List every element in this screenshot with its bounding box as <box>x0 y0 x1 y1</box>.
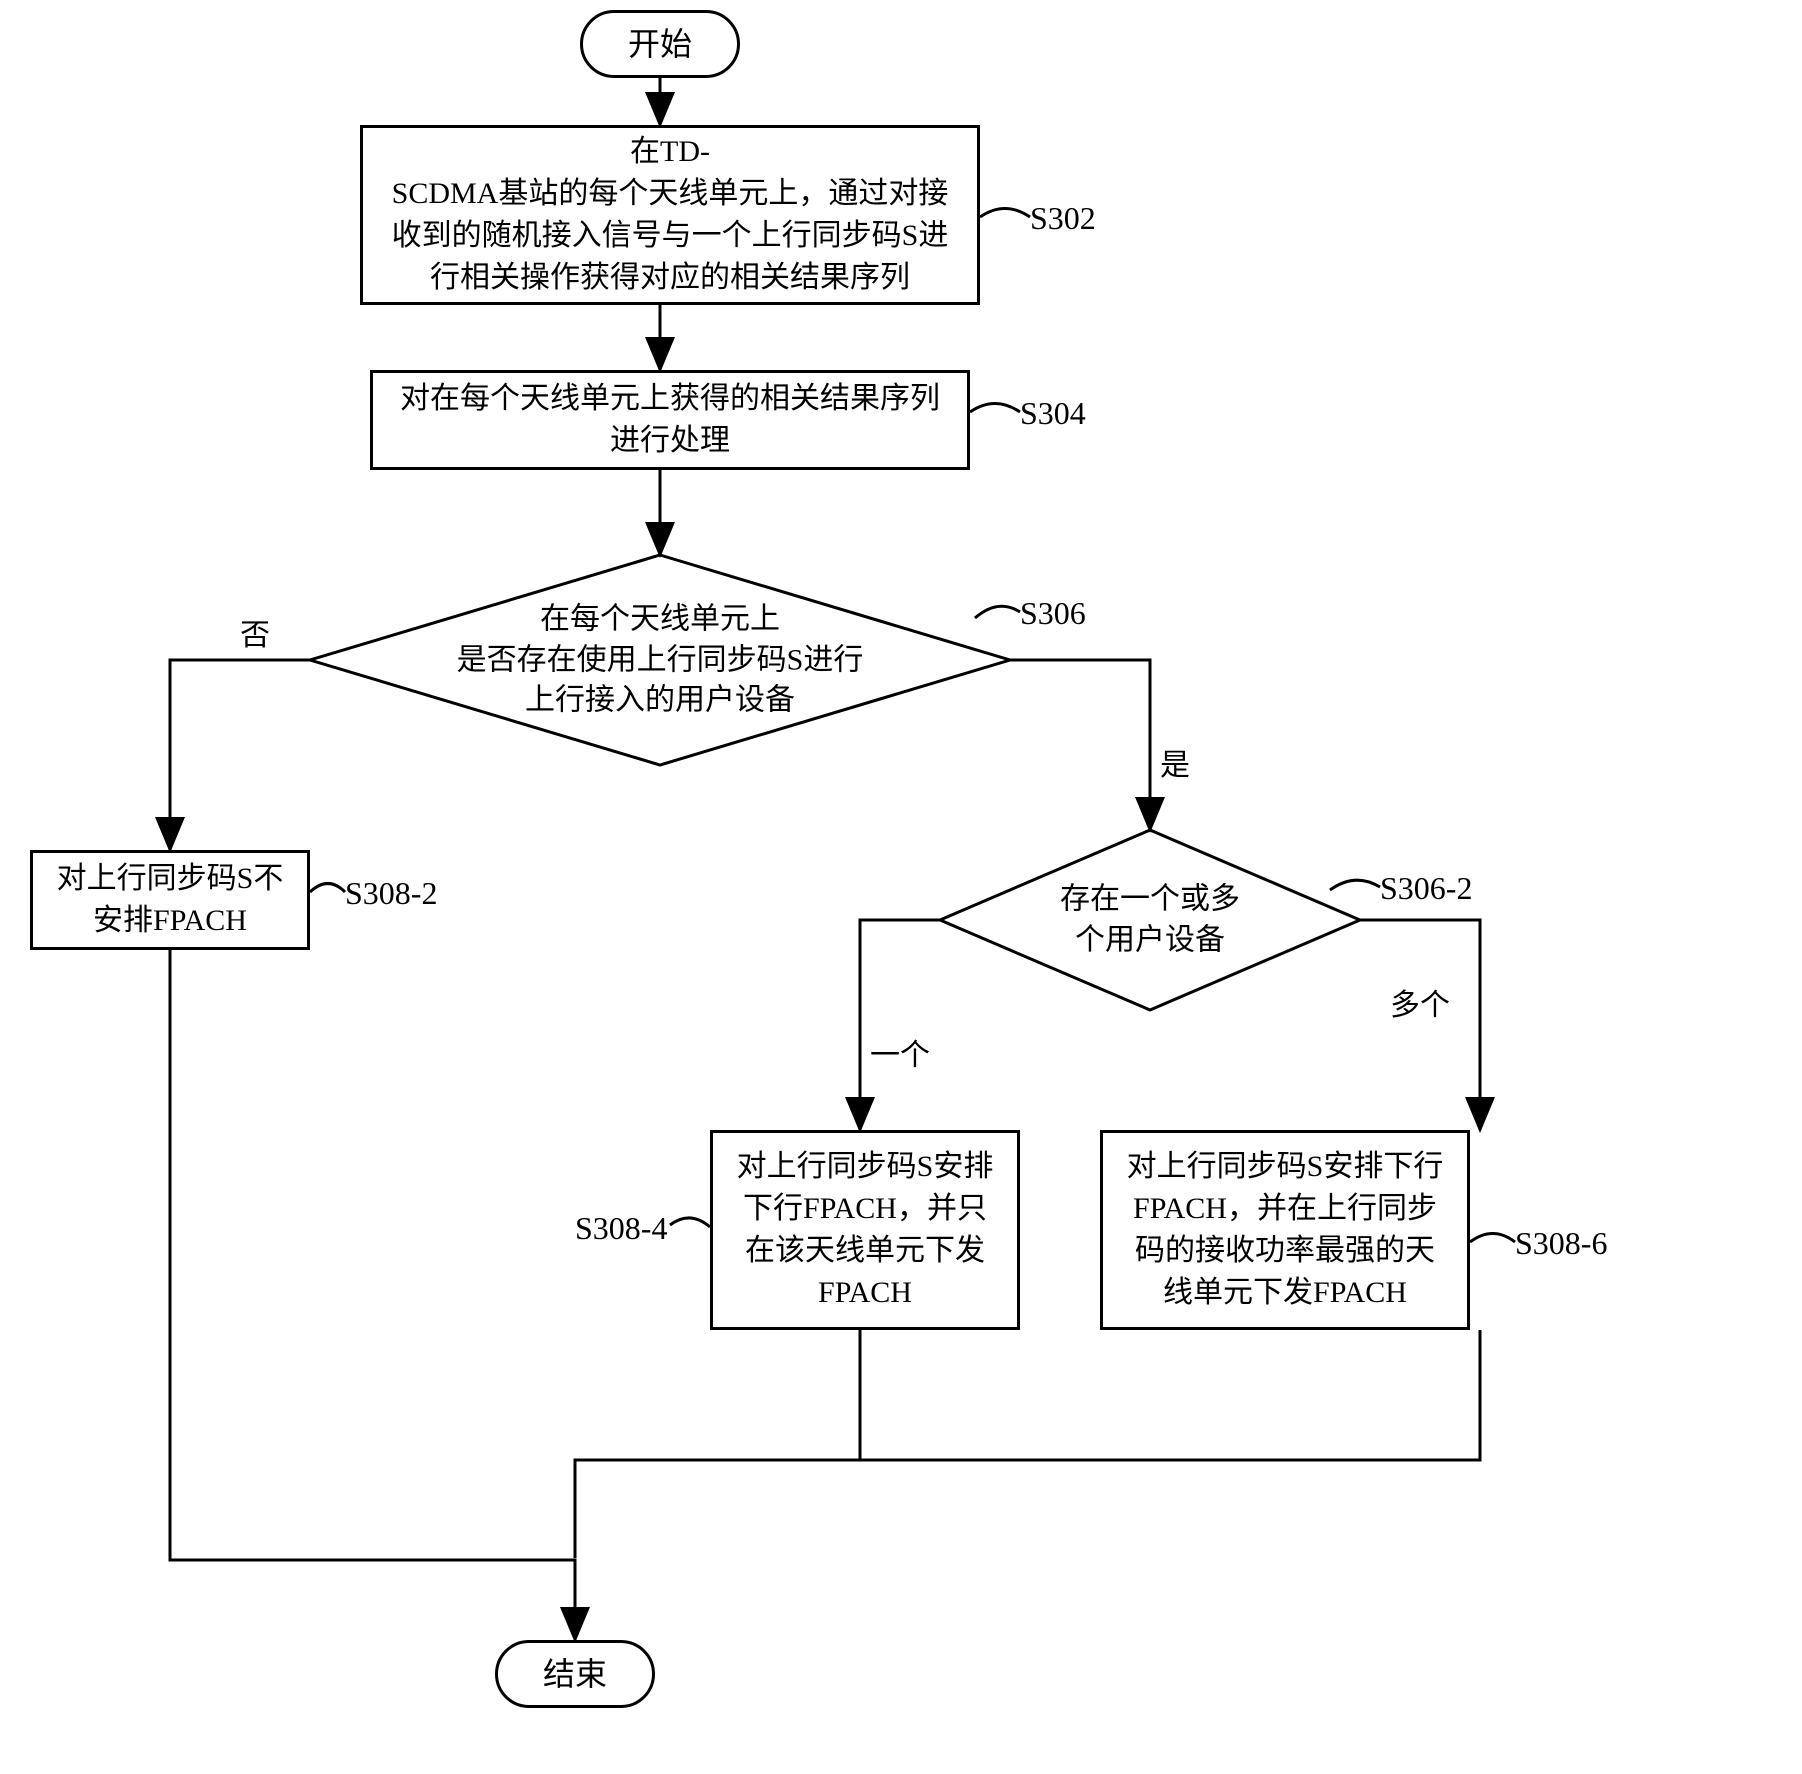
start-text: 开始 <box>628 22 692 67</box>
tag-s302: S302 <box>1030 200 1096 237</box>
end-text: 结束 <box>543 1652 607 1697</box>
process-s308-6: 对上行同步码S安排下行 FPACH，并在上行同步 码的接收功率最强的天 线单元下… <box>1100 1130 1470 1330</box>
tag-s306-2: S306-2 <box>1380 870 1472 907</box>
tag-s308-4: S308-4 <box>575 1210 667 1247</box>
process-s302: 在TD- SCDMA基站的每个天线单元上，通过对接 收到的随机接入信号与一个上行… <box>360 125 980 305</box>
edge-label-yes: 是 <box>1160 740 1190 784</box>
tag-s308-2: S308-2 <box>345 875 437 912</box>
terminator-end: 结束 <box>495 1640 655 1708</box>
edge-label-one: 一个 <box>870 1030 930 1074</box>
tag-s304: S304 <box>1020 395 1086 432</box>
s304-text: 对在每个天线单元上获得的相关结果序列 进行处理 <box>400 378 940 462</box>
decision-s306-2: 存在一个或多 个用户设备 <box>1020 880 1280 961</box>
process-s308-2: 对上行同步码S不 安排FPACH <box>30 850 310 950</box>
process-s304: 对在每个天线单元上获得的相关结果序列 进行处理 <box>370 370 970 470</box>
s308-4-text: 对上行同步码S安排 下行FPACH，并只 在该天线单元下发 FPACH <box>737 1146 994 1314</box>
tag-s306: S306 <box>1020 595 1086 632</box>
edge-label-no: 否 <box>240 610 270 654</box>
s308-2-text: 对上行同步码S不 安排FPACH <box>57 858 284 942</box>
process-s308-4: 对上行同步码S安排 下行FPACH，并只 在该天线单元下发 FPACH <box>710 1130 1020 1330</box>
tag-s308-6: S308-6 <box>1515 1225 1607 1262</box>
decision-s306: 在每个天线单元上 是否存在使用上行同步码S进行 上行接入的用户设备 <box>400 599 920 721</box>
s308-6-text: 对上行同步码S安排下行 FPACH，并在上行同步 码的接收功率最强的天 线单元下… <box>1127 1146 1444 1314</box>
terminator-start: 开始 <box>580 10 740 78</box>
s302-text: 在TD- SCDMA基站的每个天线单元上，通过对接 收到的随机接入信号与一个上行… <box>392 131 949 299</box>
edge-label-many: 多个 <box>1390 980 1450 1024</box>
